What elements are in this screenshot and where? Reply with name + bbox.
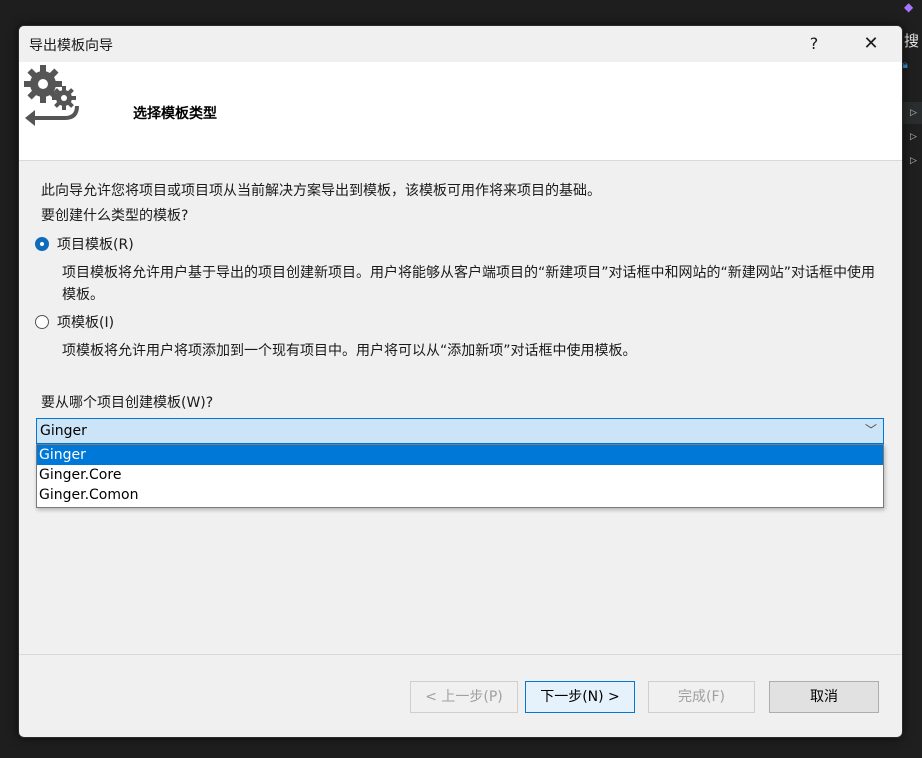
export-template-wizard-dialog: 导出模板向导 ? ✕ 选择模板类型 此向导允许您将项目或项目项从当前解决方案导出…	[18, 25, 903, 738]
dialog-title: 导出模板向导	[29, 38, 113, 54]
footer-divider	[19, 654, 902, 655]
expand-arrow-icon[interactable]: ▷	[910, 132, 917, 142]
project-dropdown-list: Ginger Ginger.Core Ginger.Comon	[36, 444, 884, 508]
combo-value: Ginger	[40, 423, 87, 439]
radio-project-template[interactable]: 项目模板(R)	[35, 234, 134, 254]
dropdown-option[interactable]: Ginger	[37, 445, 883, 465]
radio-button-checked[interactable]	[35, 237, 49, 251]
project-template-description: 项目模板将允许用户基于导出的项目创建新项目。用户将能够从客户端项目的“新建项目”…	[62, 265, 876, 303]
project-combobox[interactable]: Ginger ﹀	[36, 418, 884, 444]
wizard-header: 选择模板类型	[19, 62, 902, 161]
radio-button-unchecked[interactable]	[35, 315, 49, 329]
close-button[interactable]: ✕	[848, 26, 894, 62]
next-button[interactable]: 下一步(N) >	[525, 681, 635, 713]
help-button[interactable]: ?	[791, 26, 837, 62]
previous-button[interactable]: < 上一步(P)	[410, 681, 518, 713]
dropdown-option[interactable]: Ginger.Comon	[37, 485, 883, 505]
dialog-titlebar: 导出模板向导 ? ✕	[19, 26, 902, 62]
dropdown-option[interactable]: Ginger.Core	[37, 465, 883, 485]
item-template-description: 项模板将允许用户将项添加到一个现有项目中。用户将可以从“添加新项”对话框中使用模…	[62, 343, 637, 359]
radio-label[interactable]: 项模板(I)	[57, 312, 114, 332]
gears-export-icon	[24, 65, 79, 126]
ide-search-label: 搜	[904, 32, 920, 50]
expand-arrow-icon[interactable]: ▷	[910, 156, 917, 166]
chevron-down-icon[interactable]: ﹀	[865, 421, 877, 438]
radio-item-template[interactable]: 项模板(I)	[35, 312, 114, 332]
finish-button[interactable]: 完成(F)	[648, 681, 755, 713]
cancel-button[interactable]: 取消	[769, 681, 879, 713]
expand-arrow-icon[interactable]: ▷	[910, 108, 917, 118]
template-type-question: 要创建什么类型的模板?	[41, 208, 189, 224]
project-question: 要从哪个项目创建模板(W)?	[41, 395, 214, 411]
radio-label[interactable]: 项目模板(R)	[57, 234, 134, 254]
intro-text: 此向导允许您将项目或项目项从当前解决方案导出到模板，该模板可用作将来项目的基础。	[41, 183, 601, 199]
step-title: 选择模板类型	[133, 106, 217, 122]
visual-studio-icon: ◆	[904, 0, 914, 14]
